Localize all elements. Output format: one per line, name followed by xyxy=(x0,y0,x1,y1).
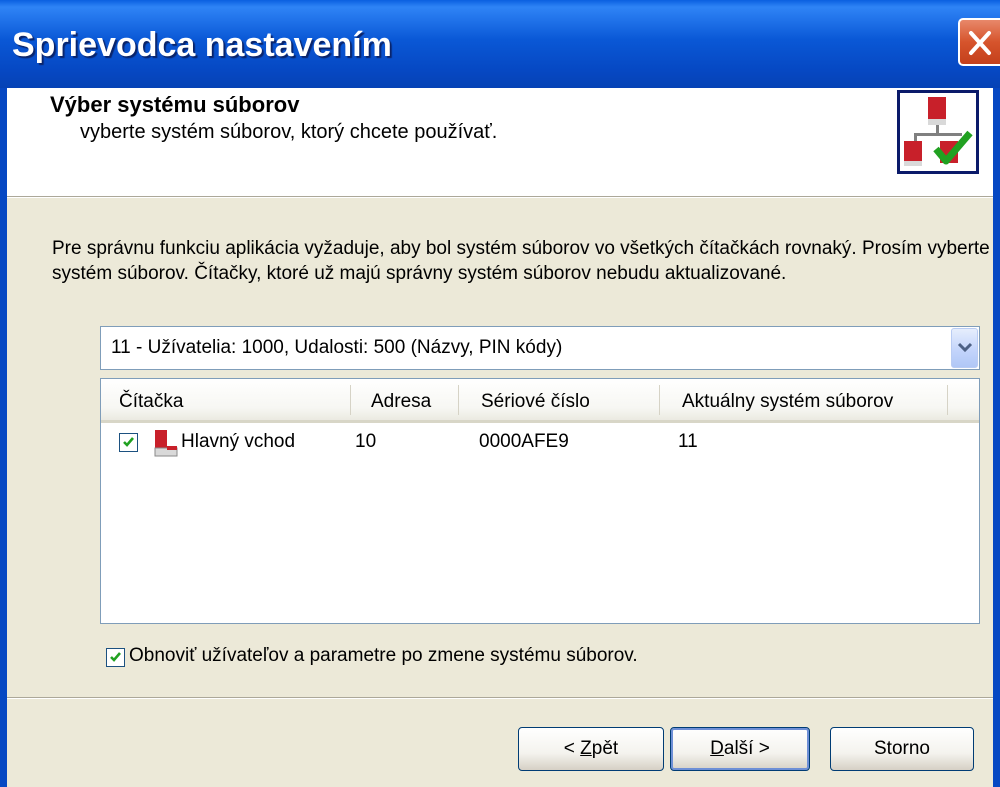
column-divider[interactable] xyxy=(659,385,660,415)
cancel-button[interactable]: Storno xyxy=(830,727,974,771)
file-system-select[interactable]: 11 - Užívatelia: 1000, Udalosti: 500 (Ná… xyxy=(100,326,980,370)
column-divider[interactable] xyxy=(458,385,459,415)
reader-list[interactable]: Čítačka Adresa Sériové číslo Aktuálny sy… xyxy=(100,378,980,624)
column-header-reader[interactable]: Čítačka xyxy=(119,391,183,413)
check-icon xyxy=(110,652,121,662)
back-button[interactable]: < Zpět xyxy=(518,727,664,771)
reader-icon xyxy=(151,428,179,458)
column-divider[interactable] xyxy=(947,385,948,415)
refresh-users-label[interactable]: Obnoviť užívateľov a parametre po zmene … xyxy=(129,645,638,667)
list-header: Čítačka Adresa Sériové číslo Aktuálny sy… xyxy=(101,379,979,423)
window-title: Sprievodca nastavením xyxy=(12,26,392,64)
reader-address-cell: 10 xyxy=(355,431,377,452)
next-button[interactable]: Další > xyxy=(670,727,810,771)
column-header-address[interactable]: Adresa xyxy=(371,391,431,413)
close-icon xyxy=(969,31,991,55)
reader-name-cell: Hlavný vchod xyxy=(181,431,296,452)
page-subtitle: vyberte systém súborov, ktorý chcete pou… xyxy=(80,121,498,143)
reader-serial-cell: 0000AFE9 xyxy=(479,431,569,452)
window-frame-left xyxy=(0,88,7,787)
file-system-select-value: 11 - Užívatelia: 1000, Udalosti: 500 (Ná… xyxy=(111,337,563,358)
page-title: Výber systému súborov xyxy=(50,92,300,117)
refresh-users-checkbox[interactable] xyxy=(106,648,125,667)
column-header-serial[interactable]: Sériové číslo xyxy=(481,391,590,413)
wizard-icon xyxy=(897,90,979,174)
file-system-icon xyxy=(904,97,973,166)
dropdown-button[interactable] xyxy=(951,328,978,368)
reader-file-system-cell: 11 xyxy=(678,431,698,452)
check-icon xyxy=(123,437,134,447)
column-divider[interactable] xyxy=(350,385,351,415)
window-frame-right xyxy=(993,88,1000,787)
chevron-down-icon xyxy=(957,342,973,353)
column-header-file-system[interactable]: Aktuálny systém súborov xyxy=(682,391,893,413)
close-button[interactable] xyxy=(958,18,1000,66)
instructions-text: Pre správnu funkciu aplikácia vyžaduje, … xyxy=(52,238,990,284)
row-checkbox[interactable] xyxy=(119,433,138,452)
